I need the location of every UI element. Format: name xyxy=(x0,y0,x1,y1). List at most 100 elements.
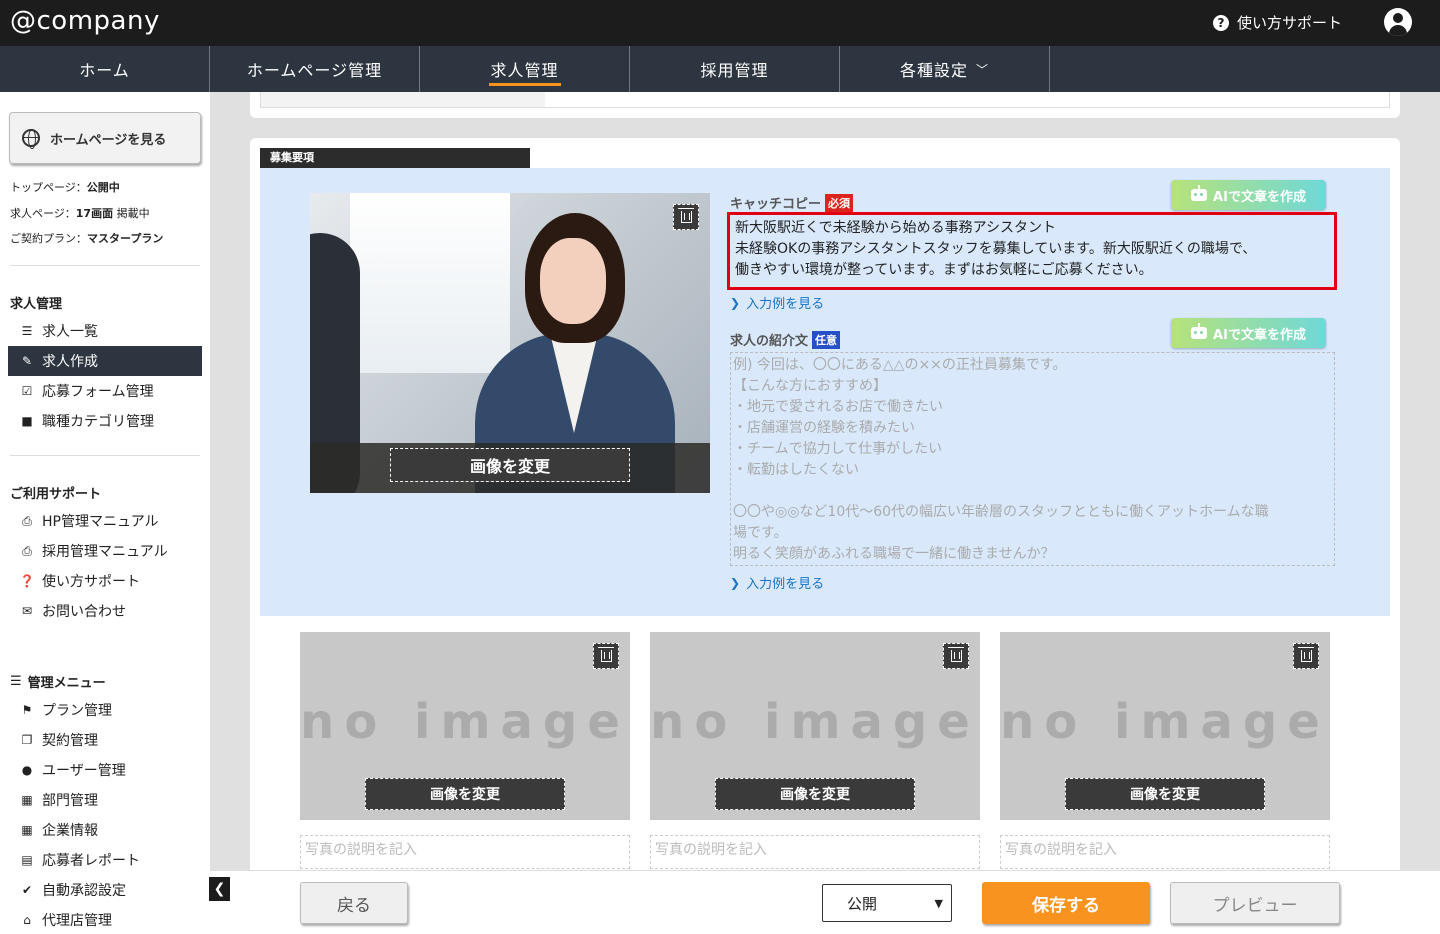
intro-example-link[interactable]: ❯ 入力例を見る xyxy=(730,573,824,593)
intro-placeholder-line: ・チームで協力して仕事がしたい xyxy=(733,441,943,457)
robot-icon xyxy=(1191,185,1208,201)
intro-placeholder-line: ・転勤はしたくない xyxy=(733,462,859,478)
check-circle-icon: ✔ xyxy=(21,883,33,897)
sidebar-item-user[interactable]: ● ユーザー管理 xyxy=(8,755,202,785)
tab-settings-label: 各種設定 xyxy=(899,61,968,80)
help-support-label: 使い方サポート xyxy=(1236,14,1342,32)
previous-section-row xyxy=(260,92,1390,108)
section-label: 募集要項 xyxy=(260,148,530,168)
sub-image-1: no image 画像を変更 xyxy=(300,632,630,820)
flag-icon: ⚑ xyxy=(21,703,33,717)
sidebar-collapse-button[interactable]: ❮ xyxy=(209,877,230,901)
ai-generate-catch-label: AIで文章を作成 xyxy=(1213,189,1306,205)
sidebar-item-label: 代理店管理 xyxy=(42,913,112,929)
sub-image-3: no image 画像を変更 xyxy=(1000,632,1330,820)
globe-icon xyxy=(22,129,40,149)
building-icon: ▦ xyxy=(21,793,33,807)
change-image-button[interactable]: 画像を変更 xyxy=(1065,778,1265,810)
tab-job-management[interactable]: 求人管理 xyxy=(420,46,630,92)
ai-generate-catch-button[interactable]: AIで文章を作成 xyxy=(1171,180,1326,210)
view-homepage-label: ホームページを見る xyxy=(50,132,167,148)
sidebar-item-job-list[interactable]: ☰ 求人一覧 xyxy=(8,316,202,346)
back-button[interactable]: 戻る xyxy=(300,882,408,924)
sidebar-item-support[interactable]: ❓ 使い方サポート xyxy=(8,566,202,596)
catch-copy-label-text: キャッチコピー xyxy=(730,197,822,212)
catch-copy-input[interactable]: 新大阪駅近くで未経験から始める事務アシスタント 未経験OKの事務アシスタントスタ… xyxy=(727,212,1337,290)
status-job-page: 求人ページ：17画面 掲載中 xyxy=(10,205,150,221)
status-top-page-label: トップページ： xyxy=(10,181,87,194)
chevron-down-icon: ﹀ xyxy=(976,62,990,77)
no-image-text: no image xyxy=(650,694,980,750)
sidebar-item-label: 部門管理 xyxy=(42,793,98,809)
photo-caption-input[interactable]: 写真の説明を記入 xyxy=(300,835,630,869)
sidebar-divider xyxy=(10,455,200,456)
sidebar-item-label: 企業情報 xyxy=(42,823,98,839)
view-homepage-button[interactable]: ホームページを見る xyxy=(9,112,201,164)
sidebar-item-agency[interactable]: ⌂ 代理店管理 xyxy=(8,905,202,934)
intro-placeholder-line: 明るく笑顔があふれる職場で一緒に働きませんか？ xyxy=(733,546,1055,562)
photo-face xyxy=(540,238,606,324)
sidebar-item-company[interactable]: ▦ 企業情報 xyxy=(8,815,202,845)
ai-generate-intro-button[interactable]: AIで文章を作成 xyxy=(1171,318,1326,348)
sidebar-item-label: 求人一覧 xyxy=(42,324,98,340)
sidebar-item-label: 求人作成 xyxy=(42,354,98,370)
pdf-icon: ⎙ xyxy=(22,513,32,528)
tab-recruitment-management[interactable]: 採用管理 xyxy=(630,46,840,92)
trash-icon[interactable] xyxy=(593,643,619,669)
main-nav: ホーム ホームページ管理 求人管理 採用管理 各種設定 ﹀ xyxy=(0,46,1440,92)
status-job-page-count: 17画面 xyxy=(75,207,114,220)
change-image-button[interactable]: 画像を変更 xyxy=(390,448,630,482)
pdf-icon: ⎙ xyxy=(22,543,32,558)
visibility-select-value: 公開 xyxy=(847,894,878,913)
catch-copy-example-link[interactable]: ❯ 入力例を見る xyxy=(730,293,825,313)
trash-icon[interactable] xyxy=(1293,643,1319,669)
sidebar-item-label: 契約管理 xyxy=(42,733,98,749)
previous-section-card xyxy=(250,92,1400,118)
tab-home[interactable]: ホーム xyxy=(0,46,210,92)
visibility-select[interactable]: 公開 ▼ xyxy=(822,884,952,922)
sidebar-item-contract[interactable]: ❐ 契約管理 xyxy=(8,725,202,755)
sidebar-item-label: ユーザー管理 xyxy=(42,763,126,779)
sidebar-item-label: お問い合わせ xyxy=(42,604,126,620)
status-top-page: トップページ：公開中 xyxy=(10,179,120,195)
photo-caption-input[interactable]: 写真の説明を記入 xyxy=(1000,835,1330,869)
briefcase-icon: ■ xyxy=(21,414,33,428)
menu-icon: ☰ xyxy=(10,674,22,689)
status-plan-value: マスタープラン xyxy=(87,232,164,245)
catch-copy-example-label: 入力例を見る xyxy=(746,297,825,312)
sidebar-item-category-management[interactable]: ■ 職種カテゴリ管理 xyxy=(8,406,202,436)
user-avatar-icon[interactable] xyxy=(1384,8,1412,36)
sidebar-item-department[interactable]: ▦ 部門管理 xyxy=(8,785,202,815)
status-top-page-value: 公開中 xyxy=(86,181,120,194)
save-button[interactable]: 保存する xyxy=(982,882,1150,924)
tab-settings[interactable]: 各種設定 ﹀ xyxy=(840,46,1050,92)
trash-icon[interactable] xyxy=(943,643,969,669)
sidebar-item-plan[interactable]: ⚑ プラン管理 xyxy=(8,695,202,725)
change-image-button[interactable]: 画像を変更 xyxy=(365,778,565,810)
id-card-icon: ▤ xyxy=(21,853,33,867)
sidebar-item-form-management[interactable]: ☑ 応募フォーム管理 xyxy=(8,376,202,406)
intro-textarea[interactable]: 例) 今回は、〇〇にある△△の××の正社員募集です。 【こんな方におすすめ】 ・… xyxy=(730,352,1335,566)
sidebar-item-applicant-report[interactable]: ▤ 応募者レポート xyxy=(8,845,202,875)
intro-label: 求人の紹介文 任意 xyxy=(730,330,841,349)
question-icon: ? xyxy=(1212,14,1229,31)
change-image-button[interactable]: 画像を変更 xyxy=(715,778,915,810)
building-icon: ▦ xyxy=(21,823,33,837)
checkbox-icon: ☑ xyxy=(21,384,33,398)
status-job-page-state: 掲載中 xyxy=(116,207,150,220)
sidebar-item-recruit-manual[interactable]: ⎙ 採用管理マニュアル xyxy=(8,536,202,566)
no-image-text: no image xyxy=(300,694,630,750)
sidebar-item-contact[interactable]: ✉ お問い合わせ xyxy=(8,596,202,626)
recruitment-details-card: 募集要項 画像を変更 キャッチコピー 必須 AIで文章を作成 新大阪駅近くで未経… xyxy=(250,138,1400,934)
sidebar-item-job-create[interactable]: ✎ 求人作成 xyxy=(8,346,202,376)
sidebar-item-auto-approval[interactable]: ✔ 自動承認設定 xyxy=(8,875,202,905)
help-support-link[interactable]: ? 使い方サポート xyxy=(1212,12,1342,33)
photo-caption-input[interactable]: 写真の説明を記入 xyxy=(650,835,980,869)
chevron-right-icon: ❯ xyxy=(730,575,741,590)
preview-button[interactable]: プレビュー xyxy=(1170,882,1340,924)
sidebar-item-hp-manual[interactable]: ⎙ HP管理マニュアル xyxy=(8,506,202,536)
sidebar-item-label: 採用管理マニュアル xyxy=(42,544,168,560)
company-logo[interactable]: @company xyxy=(10,6,160,36)
tab-homepage-management[interactable]: ホームページ管理 xyxy=(210,46,420,92)
trash-icon[interactable] xyxy=(673,204,699,230)
